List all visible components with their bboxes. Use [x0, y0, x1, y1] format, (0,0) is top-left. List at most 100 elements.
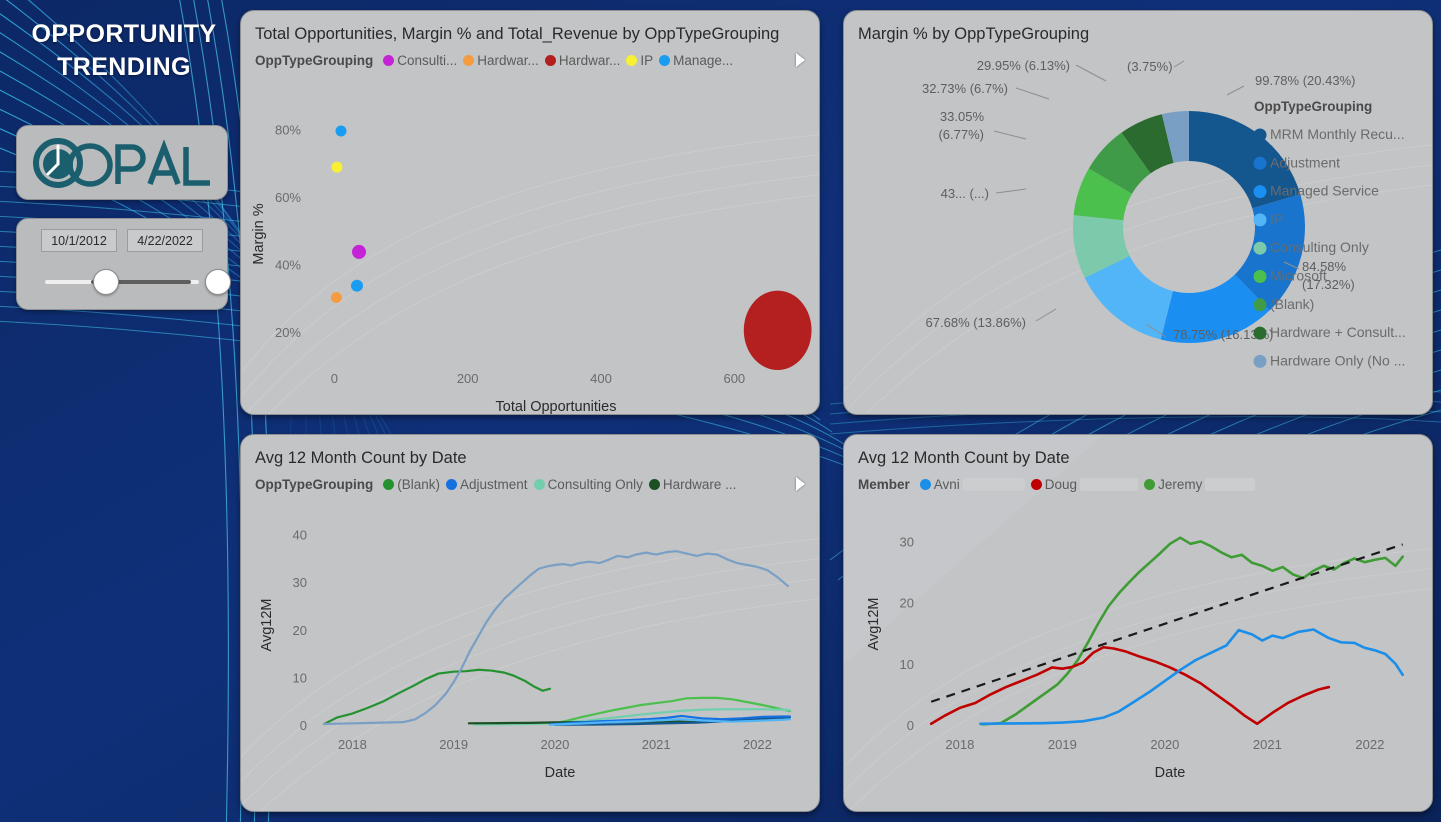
legend-color-dot [383, 55, 395, 67]
svg-text:40%: 40% [275, 257, 301, 272]
scatter-legend[interactable]: OppTypeGrouping Consulti... Hardwar... H… [241, 45, 819, 68]
svg-text:600: 600 [723, 371, 745, 386]
legend-label: IP [640, 53, 654, 69]
line-chart-opptype-title: Avg 12 Month Count by Date [255, 449, 467, 467]
donut-legend-label[interactable]: (Blank) [1270, 296, 1314, 312]
legend-color-dot [659, 55, 671, 67]
scatter-plot: 20% 40% 60% 80% 0 200 400 600 Margin % Total Oppo… [251, 122, 812, 414]
svg-text:Margin %: Margin % [251, 203, 267, 264]
y-axis-tick: 40 [293, 528, 307, 543]
x-axis-title: Date [545, 765, 576, 781]
legend-item[interactable]: Avni [919, 477, 1025, 492]
donut-leader-line [993, 130, 1027, 140]
x-axis-tick: 2019 [1048, 737, 1077, 752]
scatter-point[interactable] [351, 279, 363, 292]
donut-legend-dot [1253, 156, 1267, 170]
svg-text:Total Opportunities: Total Opportunities [496, 399, 617, 414]
legend-item[interactable]: Adjustment [446, 477, 528, 492]
donut-legend-label[interactable]: Microsoft [1270, 268, 1327, 284]
page-title-line1: OPPORTUNITY [31, 20, 217, 48]
line-chart-member-panel[interactable]: Avg 12 Month Count by Date Member Avni D… [843, 434, 1433, 812]
x-axis-tick: 2018 [945, 737, 974, 752]
x-axis-tick: 2021 [1253, 737, 1282, 752]
x-axis-tick: 2020 [540, 737, 569, 752]
y-axis-tick: 30 [293, 575, 307, 590]
legend-label: Consulti... [397, 53, 458, 69]
donut-legend-label[interactable]: MRM Monthly Recu... [1270, 126, 1405, 142]
donut-leader-line [1226, 85, 1245, 96]
scatter-legend-title: OppTypeGrouping [255, 53, 374, 69]
donut-legend-label[interactable]: IP [1270, 211, 1283, 227]
legend-item[interactable]: Consulting Only [533, 477, 643, 492]
legend-item[interactable]: Jeremy [1144, 477, 1256, 492]
donut-data-label: 43... (...) [941, 186, 989, 201]
legend-label: Hardwar... [558, 53, 621, 69]
donut-legend-dot [1253, 298, 1267, 312]
y-axis-title: Avg12M [866, 598, 882, 651]
donut-legend-dot [1253, 326, 1267, 340]
y-axis-tick: 20 [900, 596, 914, 611]
legend-label: Adjustment [460, 477, 528, 493]
svg-text:20%: 20% [275, 325, 301, 340]
donut-legend-label[interactable]: Hardware + Consult... [1270, 324, 1406, 340]
legend-color-dot [533, 479, 545, 491]
date-range-slicer[interactable]: 10/1/2012 4/22/2022 [16, 218, 231, 310]
y-axis-tick: 10 [900, 657, 914, 672]
legend-label: Doug [1044, 477, 1078, 493]
donut-legend-label[interactable]: Managed Service [1270, 183, 1379, 199]
scatter-point[interactable] [331, 161, 343, 173]
line-opptype-legend[interactable]: OppTypeGrouping (Blank) Adjustment Consu… [241, 469, 819, 492]
x-axis-tick: 2021 [642, 737, 671, 752]
x-axis-tick: 2020 [1150, 737, 1179, 752]
chevron-right-icon[interactable] [796, 477, 805, 492]
donut-plot[interactable]: 99.78% (20.43%)84.58%(17.32%)78.75% (16.… [844, 59, 1433, 411]
donut-legend-label[interactable]: Hardware Only (No ... [1270, 352, 1405, 368]
legend-item[interactable]: Hardwar... [544, 53, 621, 69]
legend-item[interactable]: IP [626, 53, 653, 68]
donut-leader-line [1015, 87, 1050, 100]
legend-color-dot [383, 479, 395, 491]
donut-legend-label[interactable]: Adjustment [1270, 154, 1340, 170]
slicer-handle-end[interactable] [205, 269, 231, 295]
y-axis-tick: 0 [907, 718, 914, 733]
scatter-point[interactable] [352, 244, 366, 259]
legend-item[interactable]: Doug [1030, 477, 1139, 493]
legend-item[interactable]: Hardware ... [648, 477, 736, 492]
chevron-right-icon[interactable] [796, 53, 805, 68]
line-opptype-legend-title: OppTypeGrouping [255, 477, 374, 493]
legend-item[interactable]: Hardwar... [463, 53, 539, 68]
legend-color-dot [1144, 479, 1156, 491]
legend-color-dot [463, 55, 475, 67]
line-series [979, 628, 1404, 726]
opal-logo-card [16, 125, 228, 200]
legend-label: Hardwar... [477, 53, 539, 69]
svg-text:0: 0 [331, 371, 338, 386]
legend-label: Manage... [673, 53, 734, 69]
donut-legend-label[interactable]: Consulting Only [1270, 239, 1369, 255]
scatter-point[interactable] [335, 125, 347, 137]
page-title: OPPORTUNITY TRENDING [10, 18, 238, 85]
y-axis-tick: 0 [300, 718, 307, 733]
y-axis-tick: 20 [293, 623, 307, 638]
donut-legend-dot [1253, 185, 1267, 199]
line-chart-opptype-panel[interactable]: Avg 12 Month Count by Date OppTypeGroupi… [240, 434, 820, 812]
donut-data-label: 29.95% (6.13%) [977, 59, 1070, 73]
legend-item[interactable]: Manage... [659, 53, 733, 68]
slicer-start-date-input[interactable]: 10/1/2012 [41, 229, 117, 252]
legend-color-dot [1030, 479, 1042, 491]
slicer-end-date-input[interactable]: 4/22/2022 [127, 229, 203, 252]
scatter-point[interactable] [330, 292, 342, 304]
line-member-legend[interactable]: Member Avni Doug Jeremy [844, 469, 1432, 492]
legend-item[interactable]: (Blank) [383, 477, 440, 492]
scatter-point[interactable] [743, 290, 812, 370]
legend-item[interactable]: Consulti... [383, 53, 457, 68]
donut-leader-line [995, 188, 1027, 194]
donut-data-label: (6.77%) [938, 127, 984, 142]
donut-chart-panel[interactable]: Margin % by OppTypeGrouping 99.78% (20.4… [843, 10, 1433, 415]
scatter-chart-panel[interactable]: Total Opportunities, Margin % and Total_… [240, 10, 820, 415]
page-title-line2: TRENDING [57, 53, 191, 82]
x-axis-tick: 2022 [743, 737, 772, 752]
x-axis-title: Date [1155, 765, 1186, 781]
donut-chart-title: Margin % by OppTypeGrouping [858, 25, 1090, 43]
slicer-handle-start[interactable] [93, 269, 119, 295]
